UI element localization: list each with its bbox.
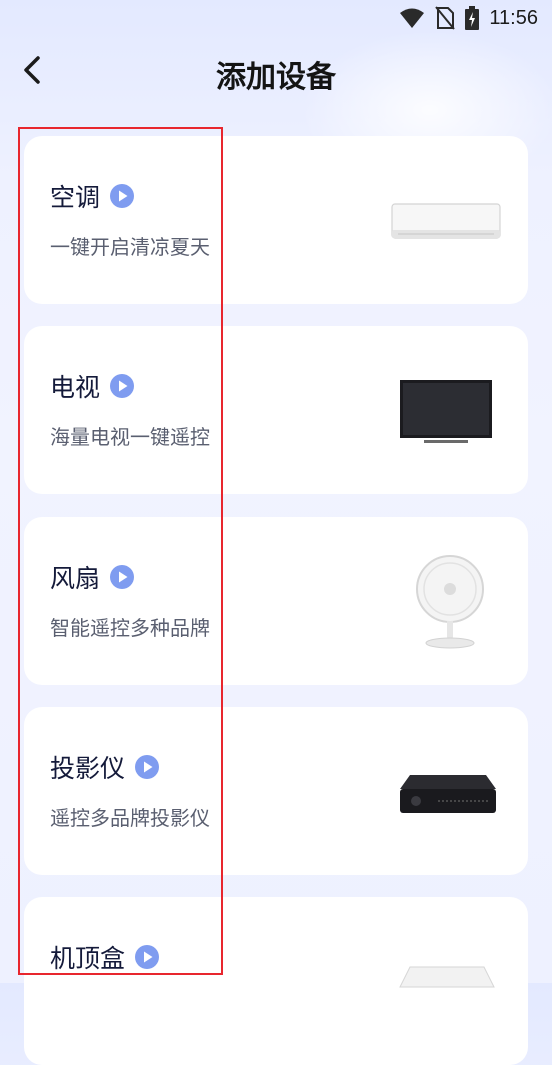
play-icon	[110, 184, 135, 208]
device-title: 风扇	[50, 559, 135, 595]
header: 添加设备	[0, 38, 552, 102]
device-description: 遥控多品牌投影仪	[50, 806, 210, 830]
device-description: 智能遥控多种品牌	[50, 616, 210, 640]
device-description: 海量电视一键遥控	[50, 425, 210, 449]
device-name: 投影仪	[50, 754, 126, 783]
play-icon	[110, 565, 135, 589]
device-title: 电视	[50, 368, 135, 404]
status-bar: 11:56	[0, 0, 552, 36]
status-time: 11:56	[489, 6, 538, 29]
play-icon	[135, 945, 160, 969]
page-title: 添加设备	[216, 60, 336, 95]
device-name: 风扇	[50, 564, 101, 593]
device-card-projector[interactable]: 投影仪 遥控多品牌投影仪	[24, 707, 528, 875]
electric-fan-image	[416, 555, 484, 649]
device-title: 机顶盒	[50, 939, 160, 975]
television-image	[400, 380, 492, 443]
play-icon	[135, 755, 160, 779]
set-top-box-image	[399, 966, 495, 988]
no-sim-icon	[435, 6, 456, 30]
device-card-electric-fan[interactable]: 风扇 智能遥控多种品牌	[24, 517, 528, 685]
device-name: 电视	[50, 373, 101, 402]
device-card-set-top-box[interactable]: 机顶盒	[24, 897, 528, 1065]
device-card-air-conditioner[interactable]: 空调 一键开启清凉夏天	[24, 136, 528, 304]
wifi-icon	[400, 8, 425, 28]
play-icon	[110, 374, 135, 398]
projector-image	[400, 775, 496, 813]
battery-charging-icon	[465, 6, 480, 30]
device-title: 空调	[50, 178, 135, 214]
status-icons: 11:56	[399, 6, 538, 30]
device-name: 机顶盒	[50, 944, 126, 973]
device-description: 一键开启清凉夏天	[50, 235, 210, 259]
device-name: 空调	[50, 183, 101, 212]
device-title: 投影仪	[50, 749, 160, 785]
device-card-television[interactable]: 电视 海量电视一键遥控	[24, 326, 528, 494]
air-conditioner-image	[391, 203, 501, 239]
